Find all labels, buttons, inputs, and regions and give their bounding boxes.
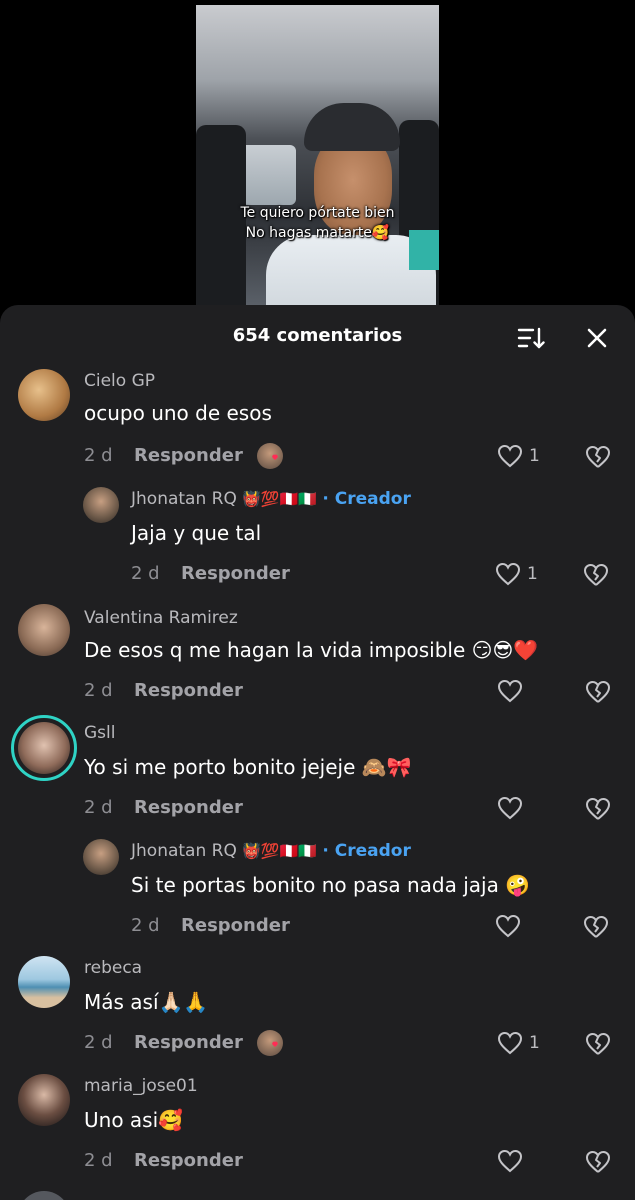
reply-button[interactable]: Responder xyxy=(134,680,243,701)
reply-username[interactable]: Jhonatan RQ xyxy=(131,841,237,861)
avatar[interactable] xyxy=(18,369,70,421)
creator-label: · Creador xyxy=(322,841,411,861)
creator-liked-avatar xyxy=(257,1030,283,1056)
avatar[interactable] xyxy=(18,1191,70,1200)
dislike-button[interactable] xyxy=(585,797,611,825)
avatar[interactable] xyxy=(18,604,70,656)
like-count: 1 xyxy=(527,564,538,584)
broken-heart-icon xyxy=(586,1151,610,1173)
dislike-button[interactable] xyxy=(583,915,609,943)
like-button[interactable] xyxy=(497,1149,523,1173)
like-button[interactable] xyxy=(497,679,523,703)
comment-time: 2 d xyxy=(131,915,160,936)
comment-time: 2 d xyxy=(84,1150,113,1171)
reply-item: Jhonatan RQ 👹💯🇵🇪🇮🇹 · Creador Jaja y que … xyxy=(0,483,635,593)
comment-time: 2 d xyxy=(131,563,160,584)
reply-username-row: Jhonatan RQ 👹💯🇵🇪🇮🇹 · Creador xyxy=(131,841,411,861)
dislike-button[interactable] xyxy=(585,1032,611,1060)
reply-button[interactable]: Responder xyxy=(134,1150,243,1171)
heart-icon xyxy=(495,562,521,586)
avatar[interactable] xyxy=(83,487,119,523)
comments-header: 654 comentarios xyxy=(0,305,635,367)
reply-button[interactable]: Responder xyxy=(181,915,290,936)
broken-heart-icon xyxy=(586,446,610,468)
avatar[interactable] xyxy=(18,1074,70,1126)
comment-username[interactable]: Cielo GP xyxy=(84,371,155,391)
comment-item: Cielo GP ocupo uno de esos 2 d Responder… xyxy=(0,365,635,480)
comment-text: ocupo uno de esos xyxy=(84,401,272,425)
comment-time: 2 d xyxy=(84,680,113,701)
like-button[interactable] xyxy=(495,914,521,938)
reply-username-row: Jhonatan RQ 👹💯🇵🇪🇮🇹 · Creador xyxy=(131,489,411,509)
reply-button[interactable]: Responder xyxy=(134,1032,243,1053)
heart-icon xyxy=(497,1031,523,1055)
user-badges: 👹💯🇵🇪🇮🇹 xyxy=(242,490,317,508)
comment-item: Gsll Yo si me porto bonito jejeje 🙈🎀 2 d… xyxy=(0,715,635,832)
reply-item: Jhonatan RQ 👹💯🇵🇪🇮🇹 · Creador Si te porta… xyxy=(0,835,635,945)
reply-username[interactable]: Jhonatan RQ xyxy=(131,489,237,509)
sort-icon xyxy=(517,327,545,349)
creator-liked-avatar xyxy=(257,443,283,469)
video-preview[interactable]: Te quiero pórtate bien No hagas matarte🥰 xyxy=(196,5,439,305)
broken-heart-icon xyxy=(586,798,610,820)
reply-button[interactable]: Responder xyxy=(181,563,290,584)
comment-item: maria_jose01 Uno asi🥰 2 d Responder xyxy=(0,1070,635,1185)
like-button[interactable]: 1 xyxy=(497,444,540,468)
comment-text: Más así🙏🏻🙏 xyxy=(84,990,209,1014)
reply-button[interactable]: Responder xyxy=(134,797,243,818)
comment-time: 2 d xyxy=(84,1032,113,1053)
broken-heart-icon xyxy=(584,916,608,938)
comment-item: Valentina Ramirez De esos q me hagan la … xyxy=(0,600,635,715)
user-badges: 👹💯🇵🇪🇮🇹 xyxy=(242,842,317,860)
comment-text: Si te portas bonito no pasa nada jaja 🤪 xyxy=(131,873,531,897)
reply-button[interactable]: Responder xyxy=(134,445,243,466)
person-cap xyxy=(304,103,400,151)
video-caption: Te quiero pórtate bien No hagas matarte🥰 xyxy=(196,203,439,243)
comment-item: rebeca Más así🙏🏻🙏 2 d Responder 1 xyxy=(0,952,635,1067)
like-button[interactable] xyxy=(497,796,523,820)
like-button[interactable]: 1 xyxy=(497,1031,540,1055)
heart-icon xyxy=(497,444,523,468)
heart-icon xyxy=(495,914,521,938)
comment-username[interactable]: rebeca xyxy=(84,958,142,978)
avatar[interactable] xyxy=(18,956,70,1008)
comment-username[interactable]: maria_jose01 xyxy=(84,1076,198,1096)
comments-sheet: 654 comentarios Cielo GP ocupo uno de es… xyxy=(0,305,635,1200)
comment-time: 2 d xyxy=(84,797,113,818)
dislike-button[interactable] xyxy=(585,445,611,473)
sort-button[interactable] xyxy=(514,321,548,355)
like-count: 1 xyxy=(529,1033,540,1053)
comment-text: Uno asi🥰 xyxy=(84,1108,184,1132)
broken-heart-icon xyxy=(586,1033,610,1055)
heart-icon xyxy=(497,679,523,703)
dislike-button[interactable] xyxy=(583,563,609,591)
creator-label: · Creador xyxy=(322,489,411,509)
comment-username[interactable]: Valentina Ramirez xyxy=(84,608,238,628)
like-button[interactable]: 1 xyxy=(495,562,538,586)
comment-username[interactable]: Gsll xyxy=(84,723,115,743)
avatar-story-ring[interactable] xyxy=(11,715,77,781)
comment-time: 2 d xyxy=(84,445,113,466)
close-icon xyxy=(587,328,607,348)
broken-heart-icon xyxy=(584,564,608,586)
avatar xyxy=(18,722,70,774)
caption-line-2: No hagas matarte🥰 xyxy=(245,225,390,241)
dislike-button[interactable] xyxy=(585,680,611,708)
heart-icon xyxy=(497,796,523,820)
comment-text: Yo si me porto bonito jejeje 🙈🎀 xyxy=(84,755,412,779)
comment-text: Jaja y que tal xyxy=(131,521,262,545)
comment-text: De esos q me hagan la vida imposible 😏😎❤… xyxy=(84,638,539,662)
caption-line-1: Te quiero pórtate bien xyxy=(240,205,395,221)
broken-heart-icon xyxy=(586,681,610,703)
heart-icon xyxy=(497,1149,523,1173)
dislike-button[interactable] xyxy=(585,1150,611,1178)
like-count: 1 xyxy=(529,446,540,466)
close-button[interactable] xyxy=(580,321,614,355)
avatar[interactable] xyxy=(83,839,119,875)
